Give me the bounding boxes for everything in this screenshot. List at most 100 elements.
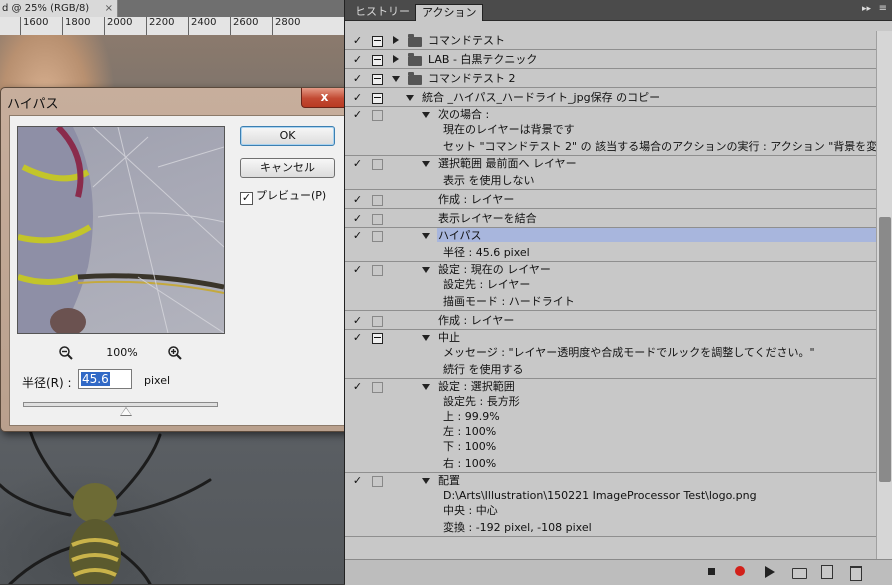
- action-step-row[interactable]: ✓ 選択範囲 最前面へ レイヤー: [345, 156, 876, 171]
- dialog-toggle-icon[interactable]: [372, 382, 383, 393]
- dialog-toggle-icon[interactable]: [372, 36, 383, 47]
- action-detail-row[interactable]: メッセージ : "レイヤー透明度や合成モードでルックを調整してください。": [345, 345, 876, 360]
- action-detail-row[interactable]: 中央 : 中心: [345, 503, 876, 518]
- ok-button[interactable]: OK: [240, 126, 335, 146]
- dialog-toggle-icon[interactable]: [372, 231, 383, 242]
- expand-arrow-icon[interactable]: [393, 36, 399, 44]
- dialog-toggle-icon[interactable]: [372, 316, 383, 327]
- collapse-arrow-icon[interactable]: [406, 95, 414, 101]
- action-detail-row[interactable]: 現在のレイヤーは背景です: [345, 122, 876, 137]
- tab-history[interactable]: ヒストリー: [349, 4, 417, 20]
- action-step-label: 続行 を使用する: [443, 363, 524, 376]
- dialog-toggle-icon[interactable]: [372, 265, 383, 276]
- toggle-check-icon[interactable]: ✓: [352, 211, 363, 226]
- collapse-arrow-icon[interactable]: [422, 161, 430, 167]
- trash-icon[interactable]: [850, 566, 862, 581]
- action-step-row[interactable]: ✓ ハイパス: [345, 228, 876, 243]
- preview-checkbox-row[interactable]: ✓ プレビュー(P): [240, 187, 326, 205]
- collapse-arrow-icon[interactable]: [392, 76, 400, 82]
- close-button[interactable]: x: [301, 88, 348, 108]
- action-detail-row[interactable]: 設定先 : 長方形: [345, 394, 876, 409]
- action-detail-row[interactable]: 半径 : 45.6 pixel: [345, 243, 876, 262]
- toggle-check-icon[interactable]: ✓: [352, 192, 363, 207]
- dialog-toggle-icon[interactable]: [372, 195, 383, 206]
- dialog-toggle-icon[interactable]: [372, 110, 383, 121]
- toggle-check-icon[interactable]: ✓: [352, 330, 363, 345]
- action-step-row[interactable]: ✓ 設定 : 選択範囲: [345, 379, 876, 394]
- toggle-check-icon[interactable]: ✓: [352, 473, 363, 488]
- close-icon[interactable]: ×: [105, 0, 113, 17]
- radius-input[interactable]: 45.6: [78, 369, 132, 389]
- cancel-button[interactable]: キャンセル: [240, 158, 335, 178]
- toggle-check-icon[interactable]: ✓: [352, 228, 363, 243]
- action-step-label: 下 : 100%: [443, 440, 497, 453]
- dialog-toggle-icon[interactable]: [372, 159, 383, 170]
- action-step-label: 次の場合 :: [438, 108, 490, 121]
- action-detail-row[interactable]: ✓ 表示レイヤーを結合: [345, 209, 876, 228]
- tab-actions[interactable]: アクション: [415, 4, 484, 21]
- horizontal-ruler[interactable]: 1600 1800 2000 2200 2400 2600 2800: [0, 17, 344, 36]
- action-step-row[interactable]: ✓ 統合 _ハイパス_ハードライト_jpg保存 のコピー: [345, 88, 876, 107]
- dialog-toggle-icon[interactable]: [372, 333, 383, 344]
- filter-preview[interactable]: [17, 126, 225, 334]
- collapse-arrow-icon[interactable]: [422, 335, 430, 341]
- radius-slider-thumb[interactable]: [120, 407, 132, 416]
- action-detail-row[interactable]: 右 : 100%: [345, 454, 876, 473]
- preview-checkbox[interactable]: ✓: [240, 192, 253, 205]
- toggle-check-icon[interactable]: ✓: [352, 262, 363, 277]
- new-action-icon[interactable]: [821, 565, 833, 579]
- play-icon[interactable]: [765, 566, 775, 578]
- dialog-toggle-icon[interactable]: [372, 214, 383, 225]
- new-set-icon[interactable]: [792, 568, 807, 579]
- action-step-row[interactable]: ✓ 配置: [345, 473, 876, 488]
- toggle-check-icon[interactable]: ✓: [352, 107, 363, 122]
- action-detail-row[interactable]: ✓ 作成 : レイヤー: [345, 190, 876, 209]
- dialog-toggle-icon[interactable]: [372, 55, 383, 66]
- action-step-row[interactable]: ✓ コマンドテスト 2: [345, 69, 876, 88]
- toggle-check-icon[interactable]: ✓: [352, 313, 363, 328]
- document-tab[interactable]: d @ 25% (RGB/8) ×: [0, 0, 118, 17]
- action-step-row[interactable]: ✓ 次の場合 :: [345, 107, 876, 122]
- action-detail-row[interactable]: 変換 : -192 pixel, -108 pixel: [345, 518, 876, 537]
- action-step-row[interactable]: ✓ 中止: [345, 330, 876, 345]
- action-detail-row[interactable]: D:\Arts\Illustration\150221 ImageProcess…: [345, 488, 876, 503]
- action-step-row[interactable]: ✓ 設定 : 現在の レイヤー: [345, 262, 876, 277]
- collapse-arrow-icon[interactable]: [422, 267, 430, 273]
- dialog-toggle-icon[interactable]: [372, 476, 383, 487]
- toggle-check-icon[interactable]: ✓: [352, 379, 363, 394]
- zoom-in-icon[interactable]: [167, 345, 183, 361]
- action-detail-row[interactable]: 設定先 : レイヤー: [345, 277, 876, 292]
- toggle-check-icon[interactable]: ✓: [352, 156, 363, 171]
- actions-scrollbar[interactable]: [876, 31, 892, 559]
- expand-arrow-icon[interactable]: [393, 55, 399, 63]
- action-detail-row[interactable]: 下 : 100%: [345, 439, 876, 454]
- action-detail-row[interactable]: 上 : 99.9%: [345, 409, 876, 424]
- toggle-check-icon[interactable]: ✓: [352, 33, 363, 48]
- dialog-toggle-icon[interactable]: [372, 74, 383, 85]
- action-detail-row[interactable]: ✓ 作成 : レイヤー: [345, 311, 876, 330]
- panel-menu-icon[interactable]: ≡: [879, 3, 887, 14]
- toggle-check-icon[interactable]: ✓: [352, 52, 363, 67]
- action-step-label: セット "コマンドテスト 2" の 該当する場合のアクションの実行 : アクショ…: [443, 140, 876, 153]
- collapse-arrow-icon[interactable]: [422, 478, 430, 484]
- action-step-row[interactable]: ✓ LAB - 白黒テクニック: [345, 50, 876, 69]
- toggle-check-icon[interactable]: ✓: [352, 71, 363, 86]
- stop-icon[interactable]: [708, 568, 715, 575]
- panel-collapse-icon[interactable]: ▸▸: [862, 4, 871, 14]
- action-detail-row[interactable]: 表示 を使用しない: [345, 171, 876, 190]
- dialog-toggle-icon[interactable]: [372, 93, 383, 104]
- action-detail-row[interactable]: 描画モード : ハードライト: [345, 292, 876, 311]
- record-icon[interactable]: [735, 566, 745, 576]
- action-detail-row[interactable]: 続行 を使用する: [345, 360, 876, 379]
- action-step-row[interactable]: ✓ コマンドテスト: [345, 31, 876, 50]
- action-detail-row[interactable]: 左 : 100%: [345, 424, 876, 439]
- collapse-arrow-icon[interactable]: [422, 384, 430, 390]
- scrollbar-thumb[interactable]: [879, 217, 891, 482]
- collapse-arrow-icon[interactable]: [422, 233, 430, 239]
- collapse-arrow-icon[interactable]: [422, 112, 430, 118]
- actions-panel: ヒストリー アクション ▸▸ ≡ ✓ コマンドテスト ✓ LAB - 白黒テクニック ✓…: [344, 0, 892, 585]
- action-detail-row[interactable]: セット "コマンドテスト 2" の 該当する場合のアクションの実行 : アクショ…: [345, 137, 876, 156]
- toggle-check-icon[interactable]: ✓: [352, 90, 363, 105]
- zoom-out-icon[interactable]: [58, 345, 74, 361]
- action-step-label: 表示 を使用しない: [443, 174, 535, 187]
